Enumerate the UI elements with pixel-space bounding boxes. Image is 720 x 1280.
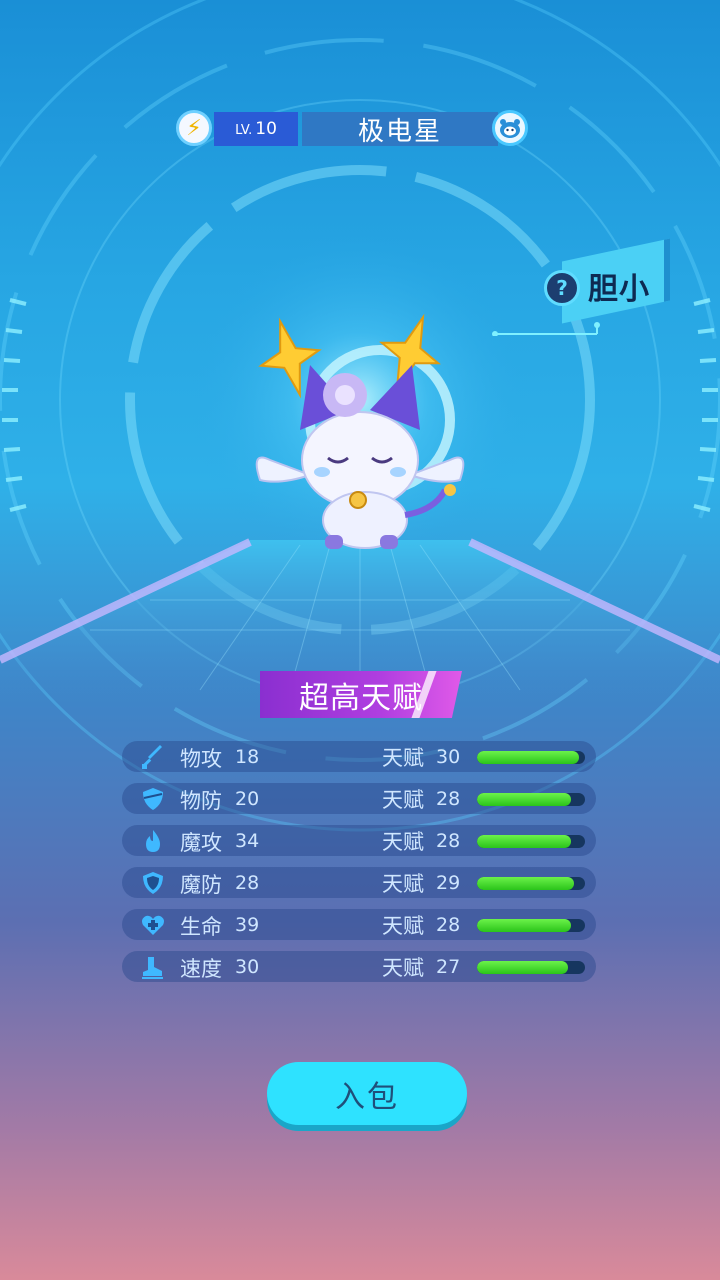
stat-name: 魔防 xyxy=(180,873,222,897)
personality-label: 胆小 xyxy=(588,272,650,307)
stat-row-speed: 速度 30 天赋 27 xyxy=(122,951,596,982)
talent-bar xyxy=(477,919,585,932)
talent-grade-banner: 超高天赋 xyxy=(260,671,462,718)
talent-bar xyxy=(477,793,585,806)
magic-shield-icon xyxy=(143,872,163,894)
talent-label: 天赋 xyxy=(382,788,424,812)
stat-value: 20 xyxy=(235,788,260,810)
talent-value: 28 xyxy=(436,830,461,852)
talent-bar-fill xyxy=(477,877,575,890)
add-to-bag-button[interactable]: 入包 xyxy=(267,1062,467,1125)
flame-icon xyxy=(146,830,160,852)
talent-value: 30 xyxy=(436,746,461,768)
stat-row-magic-defense: 魔防 28 天赋 29 xyxy=(122,867,596,898)
talent-label: 天赋 xyxy=(382,956,424,980)
pet-header: ⚡ LV. 10 极电星 xyxy=(176,110,528,148)
talent-bar-fill xyxy=(477,835,571,848)
heart-plus-icon xyxy=(142,915,164,935)
talent-bar xyxy=(477,877,585,890)
personality-connector xyxy=(492,322,600,336)
talent-bar-fill xyxy=(477,919,571,932)
talent-bar xyxy=(477,961,585,974)
level-value: 10 xyxy=(255,119,277,139)
sword-icon xyxy=(142,745,162,769)
talent-bar-fill xyxy=(477,793,571,806)
shield-icon xyxy=(143,788,163,810)
stat-name: 物防 xyxy=(180,789,222,813)
talent-label: 天赋 xyxy=(382,830,424,854)
boot-icon xyxy=(142,957,163,979)
talent-label: 天赋 xyxy=(382,746,424,770)
level-prefix: LV. xyxy=(235,123,253,138)
stat-row-physical-attack: 物攻 18 天赋 30 xyxy=(122,741,596,772)
stat-value: 28 xyxy=(235,872,260,894)
stat-value: 39 xyxy=(235,914,260,936)
game-screen: ⚡ LV. 10 极电星 ? 胆小 超高天赋 物攻 18 天赋 30 物防 20… xyxy=(0,0,720,1280)
talent-value: 29 xyxy=(436,872,461,894)
stats-list: 物攻 18 天赋 30 物防 20 天赋 28 魔攻 34 天赋 28 魔防 2… xyxy=(122,741,596,993)
lightning-icon: ⚡ xyxy=(176,110,212,146)
stat-row-magic-attack: 魔攻 34 天赋 28 xyxy=(122,825,596,856)
level-badge: LV. 10 xyxy=(214,112,298,146)
stat-name: 魔攻 xyxy=(180,831,222,855)
stat-value: 18 xyxy=(235,746,260,768)
pet-name: 极电星 xyxy=(302,112,498,147)
talent-bar xyxy=(477,835,585,848)
personality-tag[interactable]: ? 胆小 xyxy=(544,238,670,324)
stat-value: 30 xyxy=(235,956,260,978)
stat-name: 物攻 xyxy=(180,747,222,771)
stat-value: 34 xyxy=(235,830,260,852)
talent-label: 天赋 xyxy=(382,914,424,938)
pet-face-icon[interactable] xyxy=(492,110,528,146)
talent-bar-fill xyxy=(477,751,579,764)
talent-label: 天赋 xyxy=(382,872,424,896)
talent-value: 28 xyxy=(436,788,461,810)
stat-name: 速度 xyxy=(180,957,222,981)
talent-bar xyxy=(477,751,585,764)
stat-row-physical-defense: 物防 20 天赋 28 xyxy=(122,783,596,814)
pet-character-image xyxy=(255,313,465,549)
talent-value: 28 xyxy=(436,914,461,936)
talent-value: 27 xyxy=(436,956,461,978)
stat-name: 生命 xyxy=(180,915,222,939)
talent-bar-fill xyxy=(477,961,568,974)
stat-row-health: 生命 39 天赋 28 xyxy=(122,909,596,940)
question-icon[interactable]: ? xyxy=(544,270,580,306)
